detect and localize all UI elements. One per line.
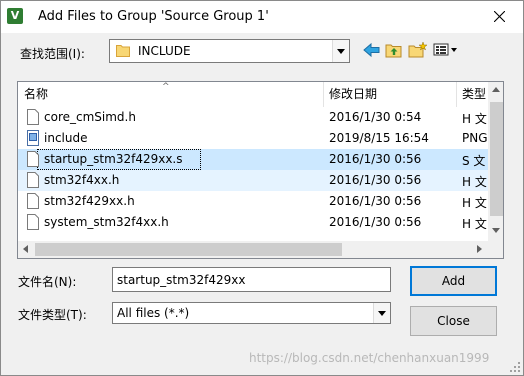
file-name-label: 文件名(N): bbox=[18, 275, 77, 289]
vertical-scroll-thumb[interactable] bbox=[490, 102, 503, 216]
back-button[interactable] bbox=[361, 39, 383, 61]
list-item[interactable]: stm32f4xx.h 2016/1/30 0:56 H 文 bbox=[18, 170, 488, 191]
scroll-left-icon[interactable] bbox=[23, 245, 28, 253]
back-arrow-icon bbox=[363, 42, 380, 58]
file-type: H 文 bbox=[462, 217, 487, 231]
document-icon bbox=[27, 172, 39, 188]
horizontal-scrollbar[interactable] bbox=[18, 241, 488, 258]
scrollbar-corner bbox=[488, 241, 503, 258]
sort-ascending-icon: ^ bbox=[162, 82, 170, 92]
new-folder-icon bbox=[408, 42, 428, 58]
file-name: stm32f429xx.h bbox=[44, 194, 135, 208]
list-item[interactable]: core_cmSimd.h 2016/1/30 0:54 H 文 bbox=[18, 107, 488, 128]
document-icon bbox=[27, 109, 39, 125]
look-in-dropdown[interactable]: INCLUDE bbox=[109, 39, 350, 63]
vertical-scrollbar[interactable] bbox=[488, 82, 503, 241]
scroll-up-icon[interactable] bbox=[492, 87, 500, 92]
file-type: H 文 bbox=[462, 112, 487, 126]
close-icon bbox=[494, 11, 505, 22]
document-icon bbox=[27, 151, 39, 167]
file-type-dropdown[interactable]: All files (*.*) bbox=[112, 302, 391, 324]
look-in-label: 查找范围(I): bbox=[20, 47, 85, 61]
up-one-level-button[interactable] bbox=[383, 39, 405, 61]
look-in-value: INCLUDE bbox=[138, 44, 191, 58]
column-type-label: 类型 bbox=[462, 87, 487, 101]
close-button[interactable]: Close bbox=[410, 306, 497, 336]
file-name: system_stm32f4xx.h bbox=[44, 215, 169, 229]
file-date: 2016/1/30 0:56 bbox=[329, 152, 422, 166]
window-title: Add Files to Group 'Source Group 1' bbox=[38, 9, 269, 24]
watermark-text: https://blog.csdn.net/chenhanxuan1999 bbox=[249, 351, 490, 365]
list-item[interactable]: stm32f429xx.h 2016/1/30 0:56 H 文 bbox=[18, 191, 488, 212]
chevron-down-icon[interactable] bbox=[373, 303, 390, 323]
scroll-down-icon[interactable] bbox=[492, 228, 500, 233]
column-header-name[interactable]: 名称 bbox=[18, 82, 323, 107]
column-header-date[interactable]: 修改日期 bbox=[323, 82, 456, 107]
title-bar[interactable]: V Add Files to Group 'Source Group 1' bbox=[1, 1, 523, 33]
chevron-down-icon[interactable] bbox=[332, 40, 349, 62]
file-name: startup_stm32f429xx.s bbox=[44, 152, 183, 166]
add-button[interactable]: Add bbox=[410, 266, 497, 296]
app-icon: V bbox=[7, 8, 23, 24]
file-date: 2016/1/30 0:54 bbox=[329, 110, 422, 124]
window-close-button[interactable] bbox=[477, 1, 523, 33]
column-date-label: 修改日期 bbox=[329, 87, 378, 101]
file-name: include bbox=[44, 131, 88, 145]
list-item-selected[interactable]: startup_stm32f429xx.s 2016/1/30 0:56 S 文 bbox=[18, 149, 488, 170]
image-file-icon bbox=[27, 130, 39, 146]
view-menu-button[interactable] bbox=[431, 39, 461, 61]
file-list[interactable]: 名称 ^ 修改日期 类型 core_cmSimd.h 2016/1/30 0:5… bbox=[17, 81, 504, 259]
column-header: 名称 ^ 修改日期 类型 bbox=[18, 82, 488, 107]
resize-grip-icon[interactable] bbox=[509, 361, 521, 373]
folder-icon bbox=[116, 45, 130, 57]
horizontal-scroll-thumb[interactable] bbox=[35, 243, 342, 256]
file-date: 2016/1/30 0:56 bbox=[329, 194, 422, 208]
file-type: S 文 bbox=[462, 154, 486, 168]
file-date: 2019/8/15 16:54 bbox=[329, 131, 429, 145]
column-name-label: 名称 bbox=[24, 87, 49, 101]
new-folder-button[interactable] bbox=[406, 39, 428, 61]
file-name-input[interactable] bbox=[112, 267, 391, 292]
file-type: H 文 bbox=[462, 175, 487, 189]
scroll-right-icon[interactable] bbox=[477, 245, 482, 253]
document-icon bbox=[27, 193, 39, 209]
list-item[interactable]: include 2019/8/15 16:54 PNG bbox=[18, 128, 488, 149]
list-item[interactable]: system_stm32f4xx.h 2016/1/30 0:56 H 文 bbox=[18, 212, 488, 233]
file-type-value: All files (*.*) bbox=[117, 306, 190, 320]
add-files-dialog: V Add Files to Group 'Source Group 1' 查找… bbox=[0, 0, 524, 376]
document-icon bbox=[27, 214, 39, 230]
view-menu-icon bbox=[433, 43, 457, 56]
file-name: core_cmSimd.h bbox=[44, 110, 136, 124]
file-date: 2016/1/30 0:56 bbox=[329, 215, 422, 229]
file-name: stm32f4xx.h bbox=[44, 173, 120, 187]
file-type: PNG bbox=[462, 131, 488, 145]
file-date: 2016/1/30 0:56 bbox=[329, 173, 422, 187]
up-folder-icon bbox=[385, 44, 402, 58]
file-type: H 文 bbox=[462, 196, 487, 210]
file-type-label: 文件类型(T): bbox=[18, 308, 87, 322]
